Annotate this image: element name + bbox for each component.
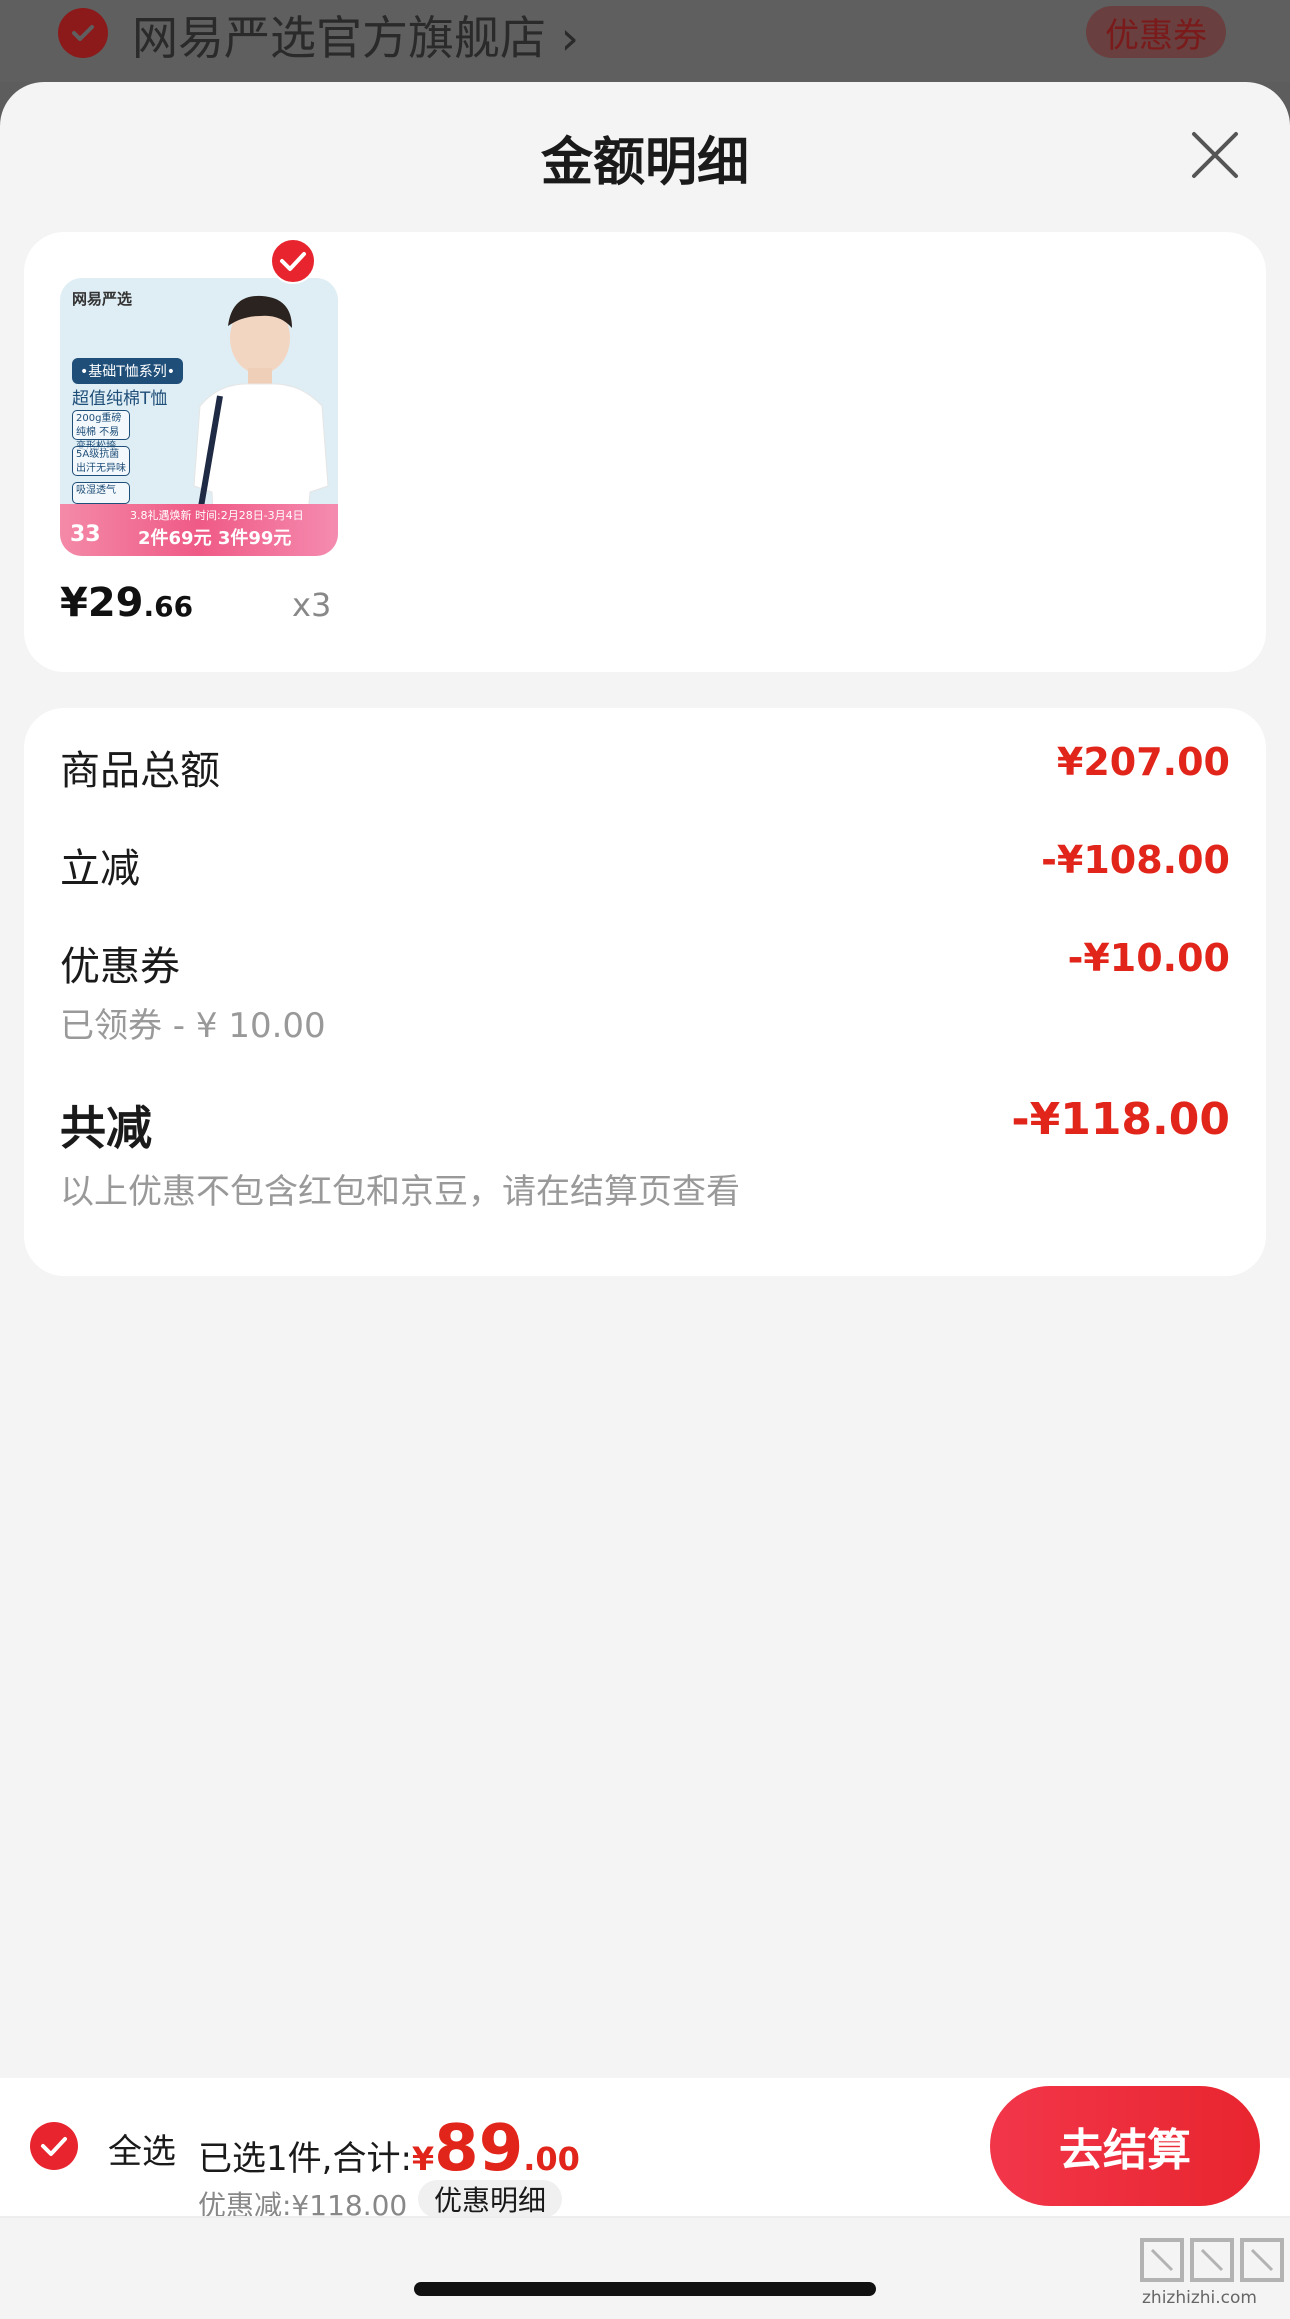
thumb-brand: 网易严选	[72, 290, 133, 308]
store-check-icon	[58, 8, 108, 58]
watermark-text: zhizhizhi.com	[1142, 2288, 1257, 2308]
background-store-row: 网易严选官方旗舰店 › 优惠券	[0, 0, 1290, 82]
product-quantity: x3	[292, 586, 332, 624]
thumb-chip: 200g重磅纯棉 不易变形松垮	[72, 410, 130, 452]
product-check-icon[interactable]	[270, 238, 316, 284]
checkout-button[interactable]: 去结算	[990, 2086, 1260, 2206]
product-card: 网易严选 •基础T恤系列• 超值纯棉T恤 200g重磅纯棉 不易变形松垮 5A级…	[24, 232, 1266, 672]
coupon-value: -¥10.00	[1067, 936, 1230, 980]
selected-total: 已选1件,合计:¥89.00	[198, 2112, 580, 2186]
divider	[0, 2216, 1290, 2218]
select-all-label[interactable]: 全选	[108, 2124, 176, 2173]
thumb-title: 超值纯棉T恤	[72, 389, 168, 409]
store-coupon-badge: 优惠券	[1086, 6, 1226, 58]
sheet-title: 金额明细	[540, 133, 749, 193]
instant-discount-value: -¥108.00	[1041, 838, 1230, 882]
instant-discount-label: 立减	[60, 846, 140, 892]
home-indicator[interactable]	[414, 2282, 876, 2296]
close-icon[interactable]	[1188, 128, 1242, 182]
thumb-chip: 5A级抗菌 出汗无异味	[72, 446, 130, 476]
coupon-label: 优惠券	[60, 944, 180, 990]
select-all-check-icon[interactable]	[30, 2122, 78, 2170]
total-discount-value: -¥118.00	[1011, 1094, 1230, 1145]
product-thumbnail[interactable]: 网易严选 •基础T恤系列• 超值纯棉T恤 200g重磅纯棉 不易变形松垮 5A级…	[60, 278, 338, 556]
promo-banner: 33 3.8礼遇焕新 时间:2月28日-3月4日 2件69元 3件99元	[60, 504, 338, 556]
goods-total-value: ¥207.00	[1056, 740, 1230, 784]
coupon-sub-text: 已领券 - ¥ 10.00	[60, 1006, 326, 1046]
store-name: 网易严选官方旗舰店 ›	[132, 11, 580, 65]
summary-card: 商品总额 ¥207.00 立减 -¥108.00 优惠券 -¥10.00 已领券…	[24, 708, 1266, 1276]
total-discount-note: 以上优惠不包含红包和京豆，请在结算页查看	[60, 1172, 740, 1212]
amount-detail-sheet: 金额明细 网易严选 •基础T恤系列• 超值纯棉T恤 200g重磅纯棉 不易变形松…	[0, 82, 1290, 2319]
goods-total-label: 商品总额	[60, 748, 220, 794]
discount-detail-button[interactable]: 优惠明细	[418, 2180, 563, 2218]
chevron-right-icon: ›	[560, 11, 580, 65]
discount-summary: 优惠减:¥118.00	[198, 2189, 408, 2222]
product-price: ¥29.66	[60, 580, 194, 626]
thumb-chip: 吸湿透气	[72, 482, 130, 504]
total-discount-label: 共减	[60, 1101, 152, 1155]
